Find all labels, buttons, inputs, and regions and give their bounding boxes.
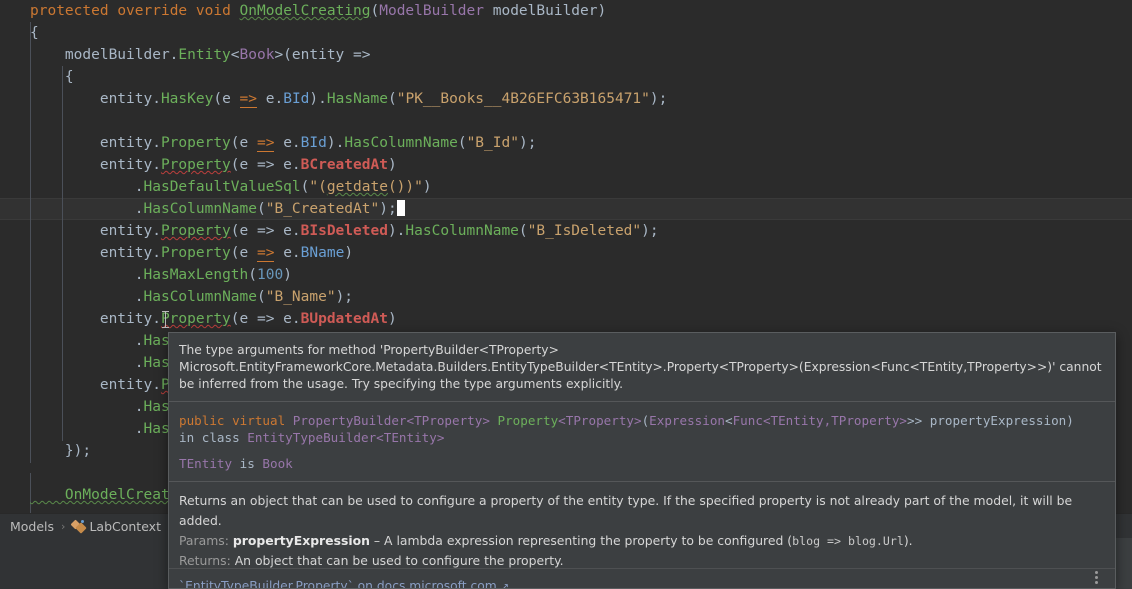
code-line: entity.Property(e => e.BName) [30,242,353,264]
quick-documentation-popup[interactable]: The type arguments for method 'PropertyB… [168,332,1116,589]
code-line: { [30,22,39,44]
code-line: entity.Property(e => e.BUpdatedAt) [30,308,397,330]
sig-binding-tentity: TEntity [179,456,232,471]
error-message: The type arguments for method 'PropertyB… [169,333,1115,402]
code-line: .HasM [30,396,178,418]
sig-in-class-type: EntityTypeBuilder [247,430,376,445]
sig-paren-close: ) [1066,413,1074,428]
code-line: .HasC [30,352,178,374]
code-line: modelBuilder.Entity<Book>(entity => [30,44,370,66]
sig-in-class-prefix: in class [179,430,247,445]
kebab-menu-icon[interactable] [1089,569,1103,585]
code-line: entity.Property(e => e.BIsDeleted).HasCo… [30,220,659,242]
doc-summary: Returns an object that can be used to co… [179,491,1105,531]
code-line: .HasC [30,418,178,440]
sig-param-func-generic: <TEntity,TProperty> [763,413,907,428]
code-line: { [30,66,74,88]
breadcrumb-item-models[interactable]: Models [6,519,58,534]
code-line: .HasColumnName("B_Name"); [30,286,353,308]
doc-returns-text: An object that can be used to configure … [235,553,564,568]
doc-param-dash: – [374,533,380,548]
breadcrumb-separator-icon: › [58,520,68,533]
code-line: entity.Pr [30,374,178,396]
sig-modifier-public: public [179,413,225,428]
code-line: .HasDefaultValueSql("(getdate())") [30,176,432,198]
doc-params-row: Params: propertyExpression – A lambda ex… [179,531,1105,551]
sig-binding-is: is [232,456,262,471]
sig-generic-open: < [725,413,733,428]
sig-param-name: propertyExpression [922,413,1066,428]
method-signature: public virtual PropertyBuilder<TProperty… [169,402,1115,482]
sig-modifier-virtual: virtual [232,413,285,428]
sig-param-func: Func [733,413,763,428]
code-line: }); [30,440,91,462]
bottom-left-background [0,538,168,589]
code-line: .HasD [30,330,178,352]
popup-footer [169,568,1115,588]
sig-binding-book: Book [262,456,292,471]
sig-generic-close: >> [907,413,922,428]
code-line: .HasMaxLength(100) [30,264,292,286]
code-line: entity.Property(e => e.BId).HasColumnNam… [30,132,536,154]
mouse-text-cursor [165,311,166,328]
sig-return-generic: <TProperty> [407,413,490,428]
code-line: entity.Property(e => e.BCreatedAt) [30,154,397,176]
code-line: OnModelCreati [30,484,178,506]
breadcrumb-item-labcontext[interactable]: LabContext [68,519,165,534]
doc-param-desc-before: A lambda expression representing the pro… [384,533,792,548]
sig-return-type: PropertyBuilder [293,413,407,428]
documentation-body: Returns an object that can be used to co… [169,482,1115,577]
sig-in-class-generic: <TEntity> [376,430,444,445]
sig-method-name: Property [498,413,559,428]
doc-param-name: propertyExpression [233,533,370,548]
breadcrumb-item-labcontext-label: LabContext [89,519,161,534]
doc-param-code: blog => blog.Url [792,534,904,548]
code-line-caret: .HasColumnName("B_CreatedAt"); [30,198,405,220]
doc-params-label: Params: [179,533,229,548]
doc-returns-label: Returns: [179,553,231,568]
class-icon [72,520,86,533]
doc-param-desc-after: ). [904,533,913,548]
sig-method-generic: <TProperty> [558,413,641,428]
code-line: protected override void OnModelCreating(… [30,0,606,22]
text-caret [397,200,405,216]
sig-param-type: Expression [649,413,725,428]
code-line: entity.HasKey(e => e.BId).HasName("PK__B… [30,88,667,110]
